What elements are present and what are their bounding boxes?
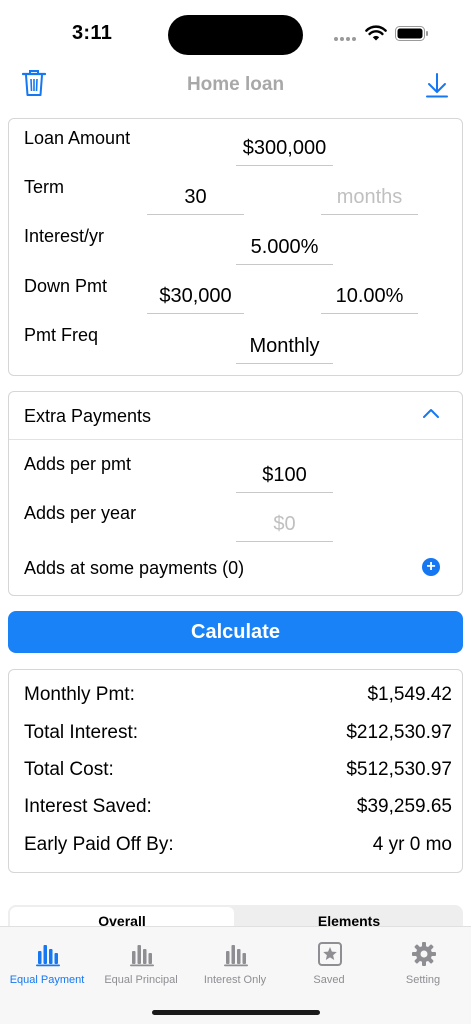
- gear-icon: [412, 942, 436, 966]
- battery-icon: [395, 26, 428, 41]
- payment-frequency-field[interactable]: Monthly: [236, 328, 333, 364]
- term-months-field[interactable]: months: [321, 179, 418, 215]
- add-icon[interactable]: +: [422, 558, 440, 576]
- result-label: Total Interest:: [24, 722, 139, 743]
- result-value: $39,259.65: [356, 796, 452, 817]
- result-label: Monthly Pmt:: [24, 684, 135, 705]
- interest-field[interactable]: 5.000%: [236, 229, 333, 265]
- tab-label: Setting: [405, 974, 441, 986]
- bar-chart-icon: [36, 945, 60, 967]
- tab-label: Equal Payment: [9, 974, 85, 986]
- star-square-icon: [318, 942, 342, 966]
- status-bar: 3:11: [0, 0, 471, 64]
- calculate-button[interactable]: Calculate: [8, 611, 463, 653]
- tab-interest-only[interactable]: Interest Only: [188, 927, 282, 997]
- wifi-icon: [365, 25, 387, 41]
- divider: [9, 439, 462, 440]
- tab-setting[interactable]: Setting: [376, 927, 470, 997]
- loan-amount-label: Loan Amount: [24, 128, 131, 148]
- tab-label: Saved: [313, 974, 345, 986]
- results-card: Monthly Pmt: $1,549.42 Total Interest: $…: [8, 669, 463, 873]
- result-label: Early Paid Off By:: [24, 834, 174, 855]
- payment-frequency-label: Pmt Freq: [24, 325, 99, 345]
- adds-per-payment-field[interactable]: $100: [236, 457, 333, 493]
- down-payment-amount-field[interactable]: $30,000: [147, 278, 244, 314]
- extra-payments-title: Extra Payments: [24, 406, 152, 426]
- status-time: 3:11: [72, 22, 113, 44]
- result-value: 4 yr 0 mo: [372, 834, 452, 855]
- loan-amount-field[interactable]: $300,000: [236, 130, 333, 166]
- tab-label: Interest Only: [203, 974, 267, 986]
- result-label: Total Cost:: [24, 759, 114, 780]
- result-value: $1,549.42: [367, 684, 452, 705]
- cellular-signal-icon: [334, 37, 358, 41]
- adds-per-year-field[interactable]: $0: [236, 506, 333, 542]
- term-label: Term: [24, 177, 64, 197]
- tab-saved[interactable]: Saved: [282, 927, 376, 997]
- term-years-field[interactable]: 30: [147, 179, 244, 215]
- result-value: $512,530.97: [346, 759, 452, 780]
- extra-payments-card: Extra Payments Adds per pmt $100 Adds pe…: [8, 391, 463, 596]
- download-icon[interactable]: [426, 72, 448, 98]
- down-payment-label: Down Pmt: [24, 276, 108, 296]
- chevron-up-icon[interactable]: [422, 407, 440, 419]
- adds-at-some-payments-label: Adds at some payments (0): [24, 558, 245, 578]
- result-value: $212,530.97: [346, 722, 452, 743]
- down-payment-percent-field[interactable]: 10.00%: [321, 278, 418, 314]
- result-label: Interest Saved:: [24, 796, 152, 817]
- home-indicator: [152, 1010, 320, 1015]
- adds-per-year-label: Adds per year: [24, 503, 137, 523]
- dynamic-island: [168, 15, 303, 55]
- tab-equal-payment[interactable]: Equal Payment: [0, 927, 94, 997]
- interest-label: Interest/yr: [24, 226, 105, 246]
- navigation-bar: Home loan: [0, 64, 471, 108]
- bar-chart-icon: [224, 945, 248, 967]
- bar-chart-icon: [130, 945, 154, 967]
- adds-per-payment-label: Adds per pmt: [24, 454, 132, 474]
- page-title: Home loan: [186, 74, 285, 95]
- tab-equal-principal[interactable]: Equal Principal: [94, 927, 188, 997]
- tab-label: Equal Principal: [104, 974, 178, 986]
- loan-inputs-card: Loan Amount $300,000 Term 30 months Inte…: [8, 118, 463, 376]
